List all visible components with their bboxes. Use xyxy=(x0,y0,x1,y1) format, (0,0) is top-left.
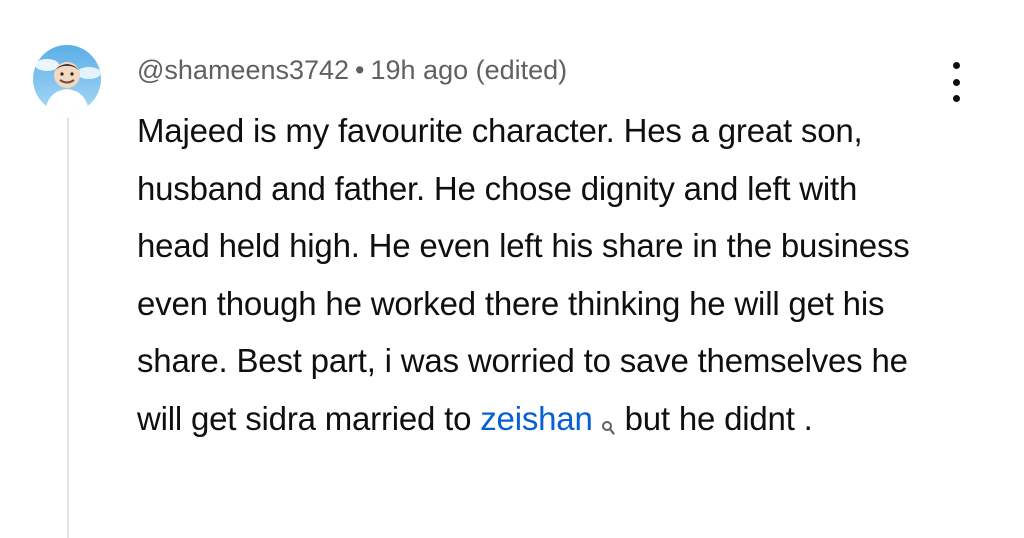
search-icon[interactable] xyxy=(601,396,615,454)
cartoon-avatar-icon xyxy=(33,45,101,113)
menu-dot xyxy=(952,62,960,69)
comment-text-end: but he didnt . xyxy=(624,399,813,437)
more-vert-icon[interactable] xyxy=(944,62,968,102)
avatar[interactable] xyxy=(33,45,101,113)
reply-thread-line xyxy=(67,118,69,538)
comment-meta: @shameens3742 • 19h ago (edited) xyxy=(137,53,567,87)
author-handle[interactable]: @shameens3742 xyxy=(137,55,349,85)
menu-dot xyxy=(952,95,960,102)
comment-timestamp[interactable]: 19h ago (edited) xyxy=(371,55,568,85)
menu-dot xyxy=(952,78,960,86)
comment-text: Majeed is my favourite character. Hes a … xyxy=(137,102,937,453)
search-link-zeishan[interactable]: zeishan xyxy=(480,400,593,437)
comment-text-main: Majeed is my favourite character. Hes a … xyxy=(137,112,910,437)
meta-separator: • xyxy=(355,55,365,85)
